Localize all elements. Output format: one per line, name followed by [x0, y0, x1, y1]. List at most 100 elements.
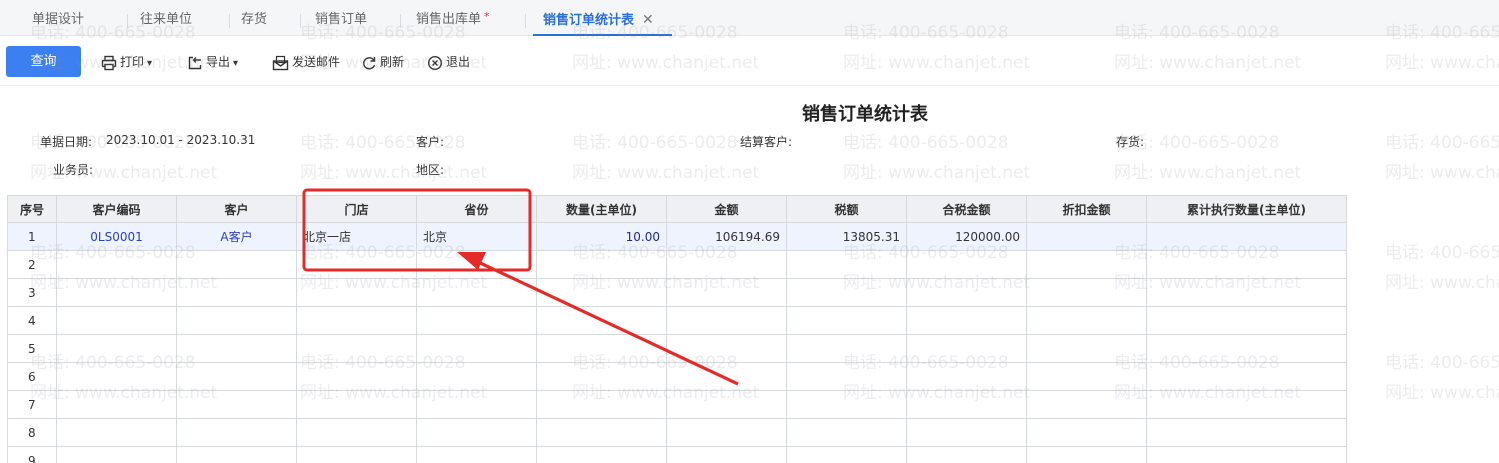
cell[interactable] [416, 446, 537, 463]
cell[interactable] [56, 418, 177, 447]
cell[interactable] [906, 334, 1027, 363]
exit-button[interactable]: 退出 [427, 52, 470, 72]
cell[interactable] [416, 362, 537, 391]
cell[interactable] [1146, 306, 1347, 335]
cell[interactable] [536, 250, 667, 279]
table-row[interactable]: 6 [7, 362, 1347, 391]
cell[interactable] [1146, 362, 1347, 391]
cell[interactable] [416, 390, 537, 419]
cell[interactable] [1026, 390, 1147, 419]
cell[interactable] [176, 250, 297, 279]
cell[interactable] [176, 390, 297, 419]
column-header-tax[interactable]: 税额 [786, 195, 907, 223]
cell[interactable] [56, 362, 177, 391]
tab-sales-order-report[interactable]: 销售订单统计表 ✕ [533, 0, 672, 36]
column-header-customer-code[interactable]: 客户编码 [56, 195, 177, 223]
cell[interactable] [666, 278, 787, 307]
query-button[interactable]: 查询 [6, 46, 81, 77]
tab-sales-outbound[interactable]: 销售出库单 * [416, 0, 490, 36]
refresh-button[interactable]: 刷新 [361, 52, 404, 72]
table-row[interactable]: 2 [7, 250, 1347, 279]
cell[interactable] [296, 278, 417, 307]
column-header-amount-with-tax[interactable]: 合税金额 [906, 195, 1027, 223]
cell[interactable] [536, 278, 667, 307]
column-header-discount[interactable]: 折扣金额 [1026, 195, 1147, 223]
cell[interactable] [296, 390, 417, 419]
column-header-index[interactable]: 序号 [7, 195, 57, 223]
cell[interactable] [176, 334, 297, 363]
cell[interactable] [666, 390, 787, 419]
cell[interactable] [416, 250, 537, 279]
cell[interactable] [296, 446, 417, 463]
cell[interactable] [906, 306, 1027, 335]
cell-amount[interactable]: 106194.69 [666, 222, 787, 251]
cell[interactable] [1026, 418, 1147, 447]
cell-province[interactable]: 北京 [416, 222, 537, 251]
cell-customer[interactable]: A客户 [176, 222, 297, 251]
cell[interactable] [786, 278, 907, 307]
cell[interactable] [416, 334, 537, 363]
cell[interactable] [536, 390, 667, 419]
table-row[interactable]: 8 [7, 418, 1347, 447]
cell[interactable] [56, 390, 177, 419]
close-icon[interactable]: ✕ [642, 12, 654, 28]
cell[interactable] [296, 334, 417, 363]
cell-customer-code[interactable]: 0LS0001 [56, 222, 177, 251]
cell[interactable] [1146, 250, 1347, 279]
cell[interactable] [666, 306, 787, 335]
cell[interactable] [666, 250, 787, 279]
cell[interactable] [786, 334, 907, 363]
cell[interactable] [1026, 334, 1147, 363]
cell[interactable] [416, 278, 537, 307]
cell[interactable] [56, 250, 177, 279]
cell[interactable] [176, 418, 297, 447]
cell[interactable] [536, 418, 667, 447]
cell[interactable] [1026, 250, 1147, 279]
tab-contacts[interactable]: 往来单位 [140, 0, 192, 36]
cell[interactable] [536, 306, 667, 335]
table-row[interactable]: 1 0LS0001 A客户 北京一店 北京 10.00 106194.69 13… [7, 222, 1347, 251]
cell[interactable] [296, 306, 417, 335]
cell[interactable] [56, 306, 177, 335]
cell[interactable] [536, 334, 667, 363]
table-row[interactable]: 4 [7, 306, 1347, 335]
cell[interactable] [786, 362, 907, 391]
cell-tax[interactable]: 13805.31 [786, 222, 907, 251]
tab-sales-order[interactable]: 销售订单 [315, 0, 367, 36]
cell[interactable] [176, 362, 297, 391]
column-header-province[interactable]: 省份 [416, 195, 537, 223]
column-header-store[interactable]: 门店 [296, 195, 417, 223]
cell[interactable] [416, 418, 537, 447]
cell[interactable] [906, 362, 1027, 391]
cell-quantity[interactable]: 10.00 [536, 222, 667, 251]
print-button[interactable]: 打印 ▾ [101, 52, 152, 72]
cell[interactable] [666, 418, 787, 447]
cell[interactable] [786, 390, 907, 419]
cell[interactable] [666, 334, 787, 363]
cell[interactable] [906, 446, 1027, 463]
cell[interactable] [1026, 362, 1147, 391]
cell[interactable] [666, 362, 787, 391]
cell[interactable] [906, 418, 1027, 447]
cell[interactable] [536, 362, 667, 391]
column-header-cumulative-qty[interactable]: 累计执行数量(主单位) [1146, 195, 1347, 223]
cell[interactable] [1026, 278, 1147, 307]
tab-inventory[interactable]: 存货 [241, 0, 267, 36]
cell-amount-with-tax[interactable]: 120000.00 [906, 222, 1027, 251]
cell[interactable] [56, 334, 177, 363]
cell-store[interactable]: 北京一店 [296, 222, 417, 251]
cell[interactable] [906, 250, 1027, 279]
tab-document-design[interactable]: 单据设计 [32, 0, 84, 36]
cell[interactable] [1026, 306, 1147, 335]
cell[interactable] [296, 418, 417, 447]
cell[interactable] [1146, 418, 1347, 447]
cell[interactable] [296, 250, 417, 279]
export-button[interactable]: 导出 ▾ [187, 52, 238, 72]
cell[interactable] [416, 306, 537, 335]
column-header-quantity[interactable]: 数量(主单位) [536, 195, 667, 223]
cell[interactable] [1146, 390, 1347, 419]
cell-discount[interactable] [1026, 222, 1147, 251]
cell[interactable] [786, 418, 907, 447]
cell[interactable] [176, 446, 297, 463]
table-row[interactable]: 3 [7, 278, 1347, 307]
